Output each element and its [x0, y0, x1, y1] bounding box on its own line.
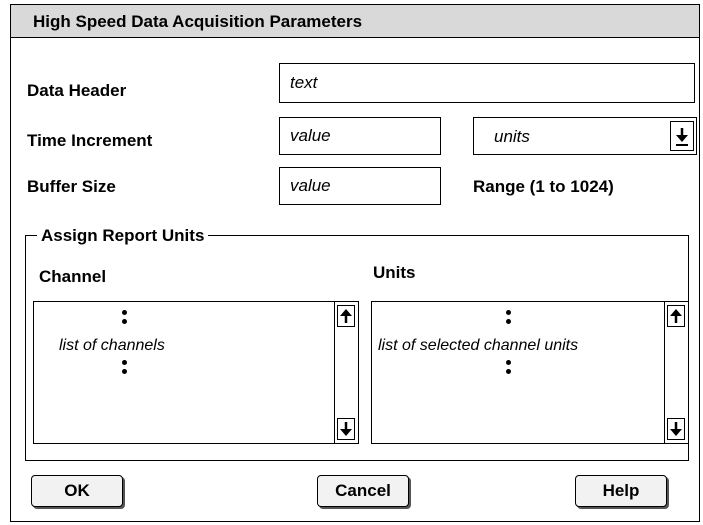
- channels-scroll-down-button[interactable]: [337, 418, 355, 440]
- ellipsis-dot: [506, 369, 511, 374]
- cancel-button[interactable]: Cancel: [317, 475, 409, 507]
- units-scroll-up-button[interactable]: [667, 305, 685, 327]
- ellipsis-dot: [506, 310, 511, 315]
- data-header-label: Data Header: [27, 81, 127, 100]
- ellipsis-dot: [506, 319, 511, 324]
- channel-units-listbox[interactable]: list of selected channel units: [371, 301, 689, 444]
- ellipsis-dot: [122, 310, 127, 315]
- ellipsis-dot: [122, 360, 127, 365]
- arrow-up-icon: [340, 309, 352, 323]
- ellipsis-dot: [122, 319, 127, 324]
- arrow-down-icon: [676, 128, 688, 146]
- time-increment-input[interactable]: value: [279, 117, 441, 155]
- arrow-up-icon: [670, 309, 682, 323]
- arrow-down-icon: [340, 422, 352, 436]
- time-increment-label: Time Increment: [27, 131, 153, 150]
- buffer-range-text: Range (1 to 1024): [473, 177, 614, 196]
- channels-scrollbar[interactable]: [334, 302, 358, 443]
- arrow-down-icon: [670, 422, 682, 436]
- dialog-titlebar: High Speed Data Acquisition Parameters: [11, 5, 699, 38]
- ellipsis-dot: [506, 360, 511, 365]
- units-dropdown-button[interactable]: [670, 121, 694, 151]
- help-button[interactable]: Help: [575, 475, 667, 507]
- ellipsis-dot: [122, 369, 127, 374]
- time-increment-units-select[interactable]: units: [473, 117, 697, 155]
- channels-listbox[interactable]: list of channels: [33, 301, 359, 444]
- units-scroll-down-button[interactable]: [667, 418, 685, 440]
- ok-button[interactable]: OK: [31, 475, 123, 507]
- buffer-size-input[interactable]: value: [279, 167, 441, 205]
- channels-scroll-up-button[interactable]: [337, 305, 355, 327]
- buffer-size-label: Buffer Size: [27, 177, 116, 196]
- acquisition-dialog: High Speed Data Acquisition Parameters D…: [10, 4, 700, 522]
- units-scrollbar[interactable]: [664, 302, 688, 443]
- units-list-text: list of selected channel units: [378, 337, 579, 354]
- units-select-value: units: [494, 127, 530, 146]
- data-header-input[interactable]: text: [279, 63, 695, 103]
- channels-list-text: list of channels: [59, 337, 165, 354]
- units-header: Units: [373, 263, 416, 282]
- assign-report-units-label: Assign Report Units: [37, 226, 209, 246]
- dialog-title: High Speed Data Acquisition Parameters: [33, 12, 363, 31]
- channel-header: Channel: [39, 267, 107, 286]
